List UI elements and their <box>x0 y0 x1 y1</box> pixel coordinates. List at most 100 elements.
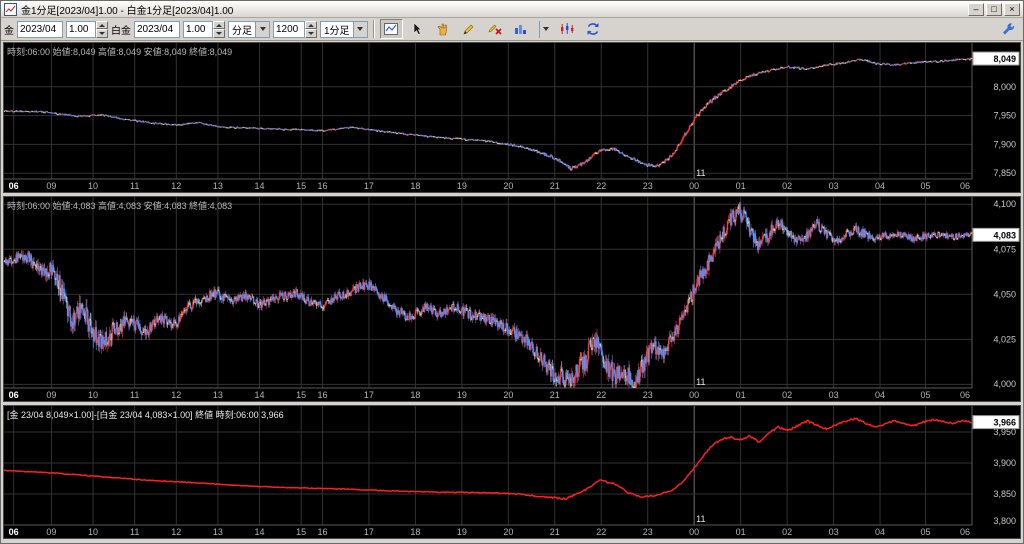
platinum-multiplier-input[interactable] <box>183 20 213 38</box>
svg-text:11: 11 <box>130 527 139 537</box>
minimize-button[interactable]: – <box>968 2 984 16</box>
svg-text:11: 11 <box>696 514 705 524</box>
erase-drawing-button[interactable] <box>483 19 507 39</box>
app-icon <box>4 2 17 16</box>
chart-style-button[interactable] <box>555 19 579 39</box>
platinum-chart-panel[interactable]: 時刻:06:00 始値:4,083 高値:4,083 安値:4,083 終値:4… <box>3 196 1021 402</box>
svg-text:11: 11 <box>130 181 139 191</box>
svg-text:11: 11 <box>130 390 139 400</box>
chart-crosshair-button[interactable] <box>379 19 403 39</box>
gold-ohlc-readout: 時刻:06:00 始値:8,049 高値:8,049 安値:8,049 終値:8… <box>7 47 233 57</box>
titlebar: 金1分足[2023/04]1.00 - 白金1分足[2023/04]1.00 –… <box>1 1 1023 18</box>
gold-chart-panel[interactable]: 時刻:06:00 始値:8,049 高値:8,049 安値:8,049 終値:8… <box>3 42 1021 193</box>
platinum-1min-plot: 06 09 10 11 12 13 14 15 16 17 18 19 20 21 22 23 00 01 02 03… <box>4 197 1020 400</box>
svg-text:4,000: 4,000 <box>993 379 1016 389</box>
svg-text:23: 23 <box>643 390 653 400</box>
svg-text:06: 06 <box>9 181 19 191</box>
svg-text:20: 20 <box>503 527 513 537</box>
svg-text:00: 00 <box>689 390 699 400</box>
chevron-down-icon[interactable] <box>352 21 367 37</box>
svg-text:05: 05 <box>921 181 931 191</box>
gold-contract-input[interactable] <box>17 20 63 38</box>
spin-down-icon[interactable] <box>96 29 108 38</box>
spin-down-icon[interactable] <box>213 29 225 38</box>
svg-text:18: 18 <box>410 390 420 400</box>
indicator-chevron-icon[interactable] <box>538 20 553 38</box>
svg-text:02: 02 <box>782 390 792 400</box>
svg-text:10: 10 <box>88 527 98 537</box>
svg-text:01: 01 <box>736 390 746 400</box>
svg-text:3,850: 3,850 <box>993 489 1016 499</box>
toolbar: 金 白金 分足 1分足 <box>1 18 1023 41</box>
svg-text:12: 12 <box>171 527 181 537</box>
svg-text:15: 15 <box>296 390 306 400</box>
svg-text:06: 06 <box>960 390 970 400</box>
close-button[interactable]: × <box>1004 2 1020 16</box>
refresh-button[interactable] <box>581 19 605 39</box>
svg-text:04: 04 <box>875 181 885 191</box>
svg-text:8,000: 8,000 <box>993 82 1016 92</box>
cursor-button[interactable] <box>405 19 429 39</box>
gold-platinum-spread-plot: 06 09 10 11 12 13 14 15 16 17 18 19 20 21 22 23 00 01 02 03… <box>4 406 1020 537</box>
svg-text:20: 20 <box>503 181 513 191</box>
svg-text:17: 17 <box>364 181 374 191</box>
svg-text:22: 22 <box>596 390 606 400</box>
platinum-contract-input[interactable] <box>134 20 180 38</box>
refresh-icon <box>587 23 599 35</box>
svg-text:15: 15 <box>296 527 306 537</box>
spread-chart-panel[interactable]: [金 23/04 8,049×1.00]-[白金 23/04 4,083×1.0… <box>3 405 1021 539</box>
draw-pencil-button[interactable] <box>457 19 481 39</box>
svg-text:14: 14 <box>255 527 265 537</box>
maximize-button[interactable]: □ <box>986 2 1002 16</box>
svg-text:16: 16 <box>317 181 327 191</box>
timeframe-value: 分足 <box>232 25 252 37</box>
spin-up-icon[interactable] <box>305 20 317 29</box>
svg-text:14: 14 <box>255 181 265 191</box>
spin-down-icon[interactable] <box>305 29 317 38</box>
gold-multiplier-spin <box>96 20 108 38</box>
svg-text:09: 09 <box>46 527 56 537</box>
svg-text:13: 13 <box>213 390 223 400</box>
platinum-label: 白金 <box>111 25 131 37</box>
svg-text:00: 00 <box>689 181 699 191</box>
app-window: 金1分足[2023/04]1.00 - 白金1分足[2023/04]1.00 –… <box>0 0 1024 544</box>
svg-text:02: 02 <box>782 527 792 537</box>
svg-text:4,075: 4,075 <box>993 244 1016 254</box>
svg-text:15: 15 <box>296 181 306 191</box>
pan-hand-icon <box>437 23 447 36</box>
spin-up-icon[interactable] <box>213 20 225 29</box>
svg-text:7,900: 7,900 <box>993 139 1016 149</box>
svg-text:4,100: 4,100 <box>993 199 1016 209</box>
gold-label: 金 <box>4 25 14 37</box>
platinum-ohlc-readout: 時刻:06:00 始値:4,083 高値:4,083 安値:4,083 終値:4… <box>7 201 233 211</box>
erase-drawing-icon <box>488 24 502 35</box>
window-title: 金1分足[2023/04]1.00 - 白金1分足[2023/04]1.00 <box>21 5 234 17</box>
interval-dropdown[interactable]: 1分足 <box>320 20 368 38</box>
svg-text:05: 05 <box>921 390 931 400</box>
spin-up-icon[interactable] <box>96 20 108 29</box>
svg-text:7,850: 7,850 <box>993 168 1016 178</box>
svg-text:22: 22 <box>596 527 606 537</box>
svg-text:04: 04 <box>875 527 885 537</box>
svg-text:03: 03 <box>829 181 839 191</box>
svg-text:21: 21 <box>550 390 560 400</box>
gold-multiplier-input[interactable] <box>66 20 96 38</box>
svg-text:05: 05 <box>921 527 931 537</box>
indicator-bars-icon <box>515 25 527 34</box>
pan-hand-button[interactable] <box>431 19 455 39</box>
svg-text:09: 09 <box>46 181 56 191</box>
svg-text:12: 12 <box>171 181 181 191</box>
tools-button[interactable] <box>997 19 1020 39</box>
svg-text:17: 17 <box>364 527 374 537</box>
svg-text:00: 00 <box>689 527 699 537</box>
svg-text:18: 18 <box>410 527 420 537</box>
svg-text:10: 10 <box>88 181 98 191</box>
svg-text:19: 19 <box>457 390 467 400</box>
timeframe-dropdown[interactable]: 分足 <box>228 20 270 38</box>
svg-text:3,966: 3,966 <box>993 418 1016 428</box>
indicator-bars-button[interactable] <box>509 19 533 39</box>
bar-count-input[interactable] <box>273 20 305 38</box>
tools-icon <box>1002 23 1014 35</box>
chevron-down-icon[interactable] <box>255 21 269 37</box>
bar-count-spin <box>305 20 317 38</box>
